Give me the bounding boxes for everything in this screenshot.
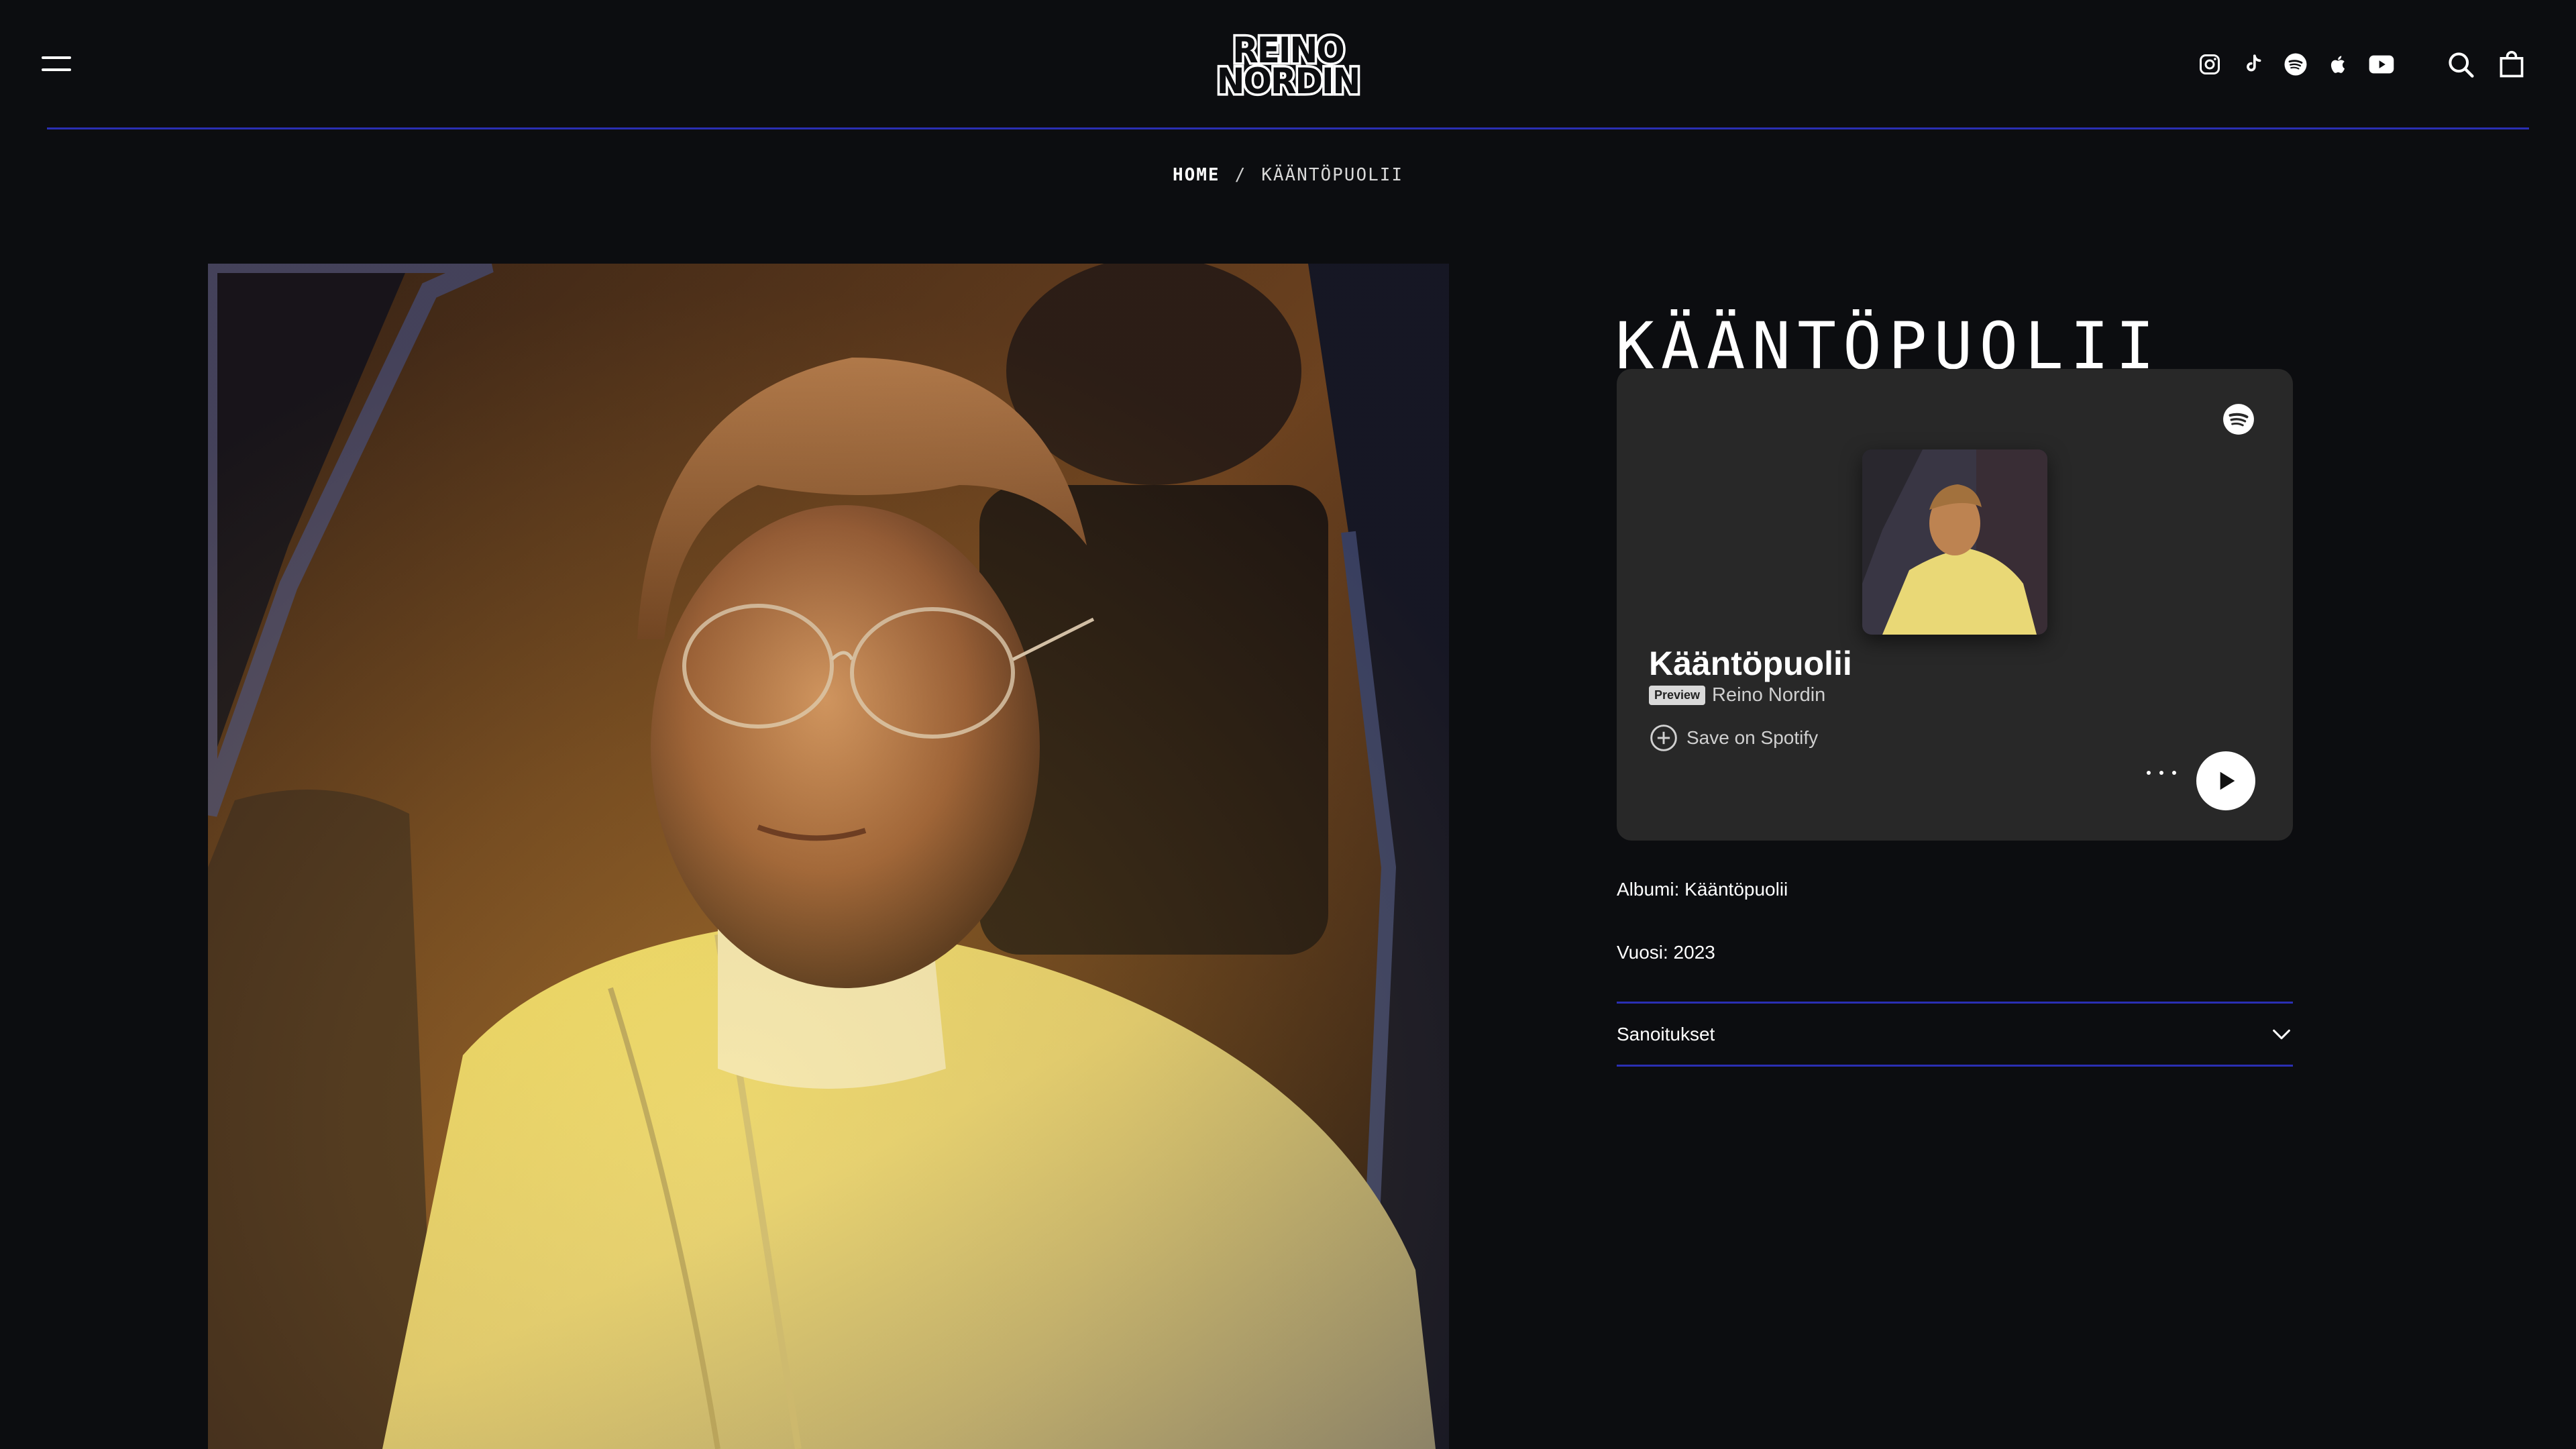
artist-name[interactable]: Reino Nordin <box>1712 684 1825 706</box>
site-logo[interactable]: REINO NORDIN <box>1181 30 1395 102</box>
product-image <box>208 264 1449 1449</box>
spotify-embed: Kääntöpuolii Preview Reino Nordin Save o… <box>1617 369 2293 841</box>
spotify-icon[interactable] <box>2282 51 2309 78</box>
save-on-spotify-button[interactable]: Save on Spotify <box>1649 723 1818 753</box>
search-icon[interactable] <box>2445 48 2477 80</box>
logo-line-2: NORDIN <box>1214 60 1363 102</box>
header-divider <box>47 127 2529 129</box>
tiktok-icon[interactable] <box>2239 51 2266 78</box>
chevron-down-icon <box>2273 1029 2290 1039</box>
instagram-icon[interactable] <box>2196 51 2223 78</box>
save-on-spotify-label: Save on Spotify <box>1686 727 1819 748</box>
youtube-icon[interactable] <box>2368 51 2395 78</box>
add-circle-icon <box>1650 724 1677 751</box>
track-title[interactable]: Kääntöpuolii <box>1649 644 1852 683</box>
social-links <box>2196 47 2395 82</box>
utility-links <box>2445 47 2528 82</box>
more-options-icon[interactable] <box>2147 765 2176 781</box>
shopping-bag-icon[interactable] <box>2496 48 2528 80</box>
preview-badge: Preview <box>1649 686 1706 705</box>
play-button[interactable] <box>2196 751 2255 810</box>
breadcrumb-separator: / <box>1234 165 1247 185</box>
lyrics-accordion-label: Sanoitukset <box>1617 1023 1715 1044</box>
spotify-logo-icon[interactable] <box>2222 402 2255 436</box>
track-meta: Preview Reino Nordin <box>1649 684 1825 706</box>
menu-icon[interactable] <box>42 47 79 80</box>
site-header: REINO NORDIN <box>0 0 2576 129</box>
lyrics-accordion[interactable]: Sanoitukset <box>1617 1002 2293 1067</box>
breadcrumb-current: KÄÄNTÖPUOLII <box>1261 165 1404 185</box>
year-info: Vuosi: 2023 <box>1617 942 1715 963</box>
breadcrumb: HOME / KÄÄNTÖPUOLII <box>0 165 2576 185</box>
album-cover[interactable] <box>1862 449 2047 635</box>
album-info: Albumi: Kääntöpuolii <box>1617 879 1788 900</box>
breadcrumb-home-link[interactable]: HOME <box>1173 165 1220 185</box>
apple-icon[interactable] <box>2325 51 2352 78</box>
play-icon <box>2220 771 2235 790</box>
